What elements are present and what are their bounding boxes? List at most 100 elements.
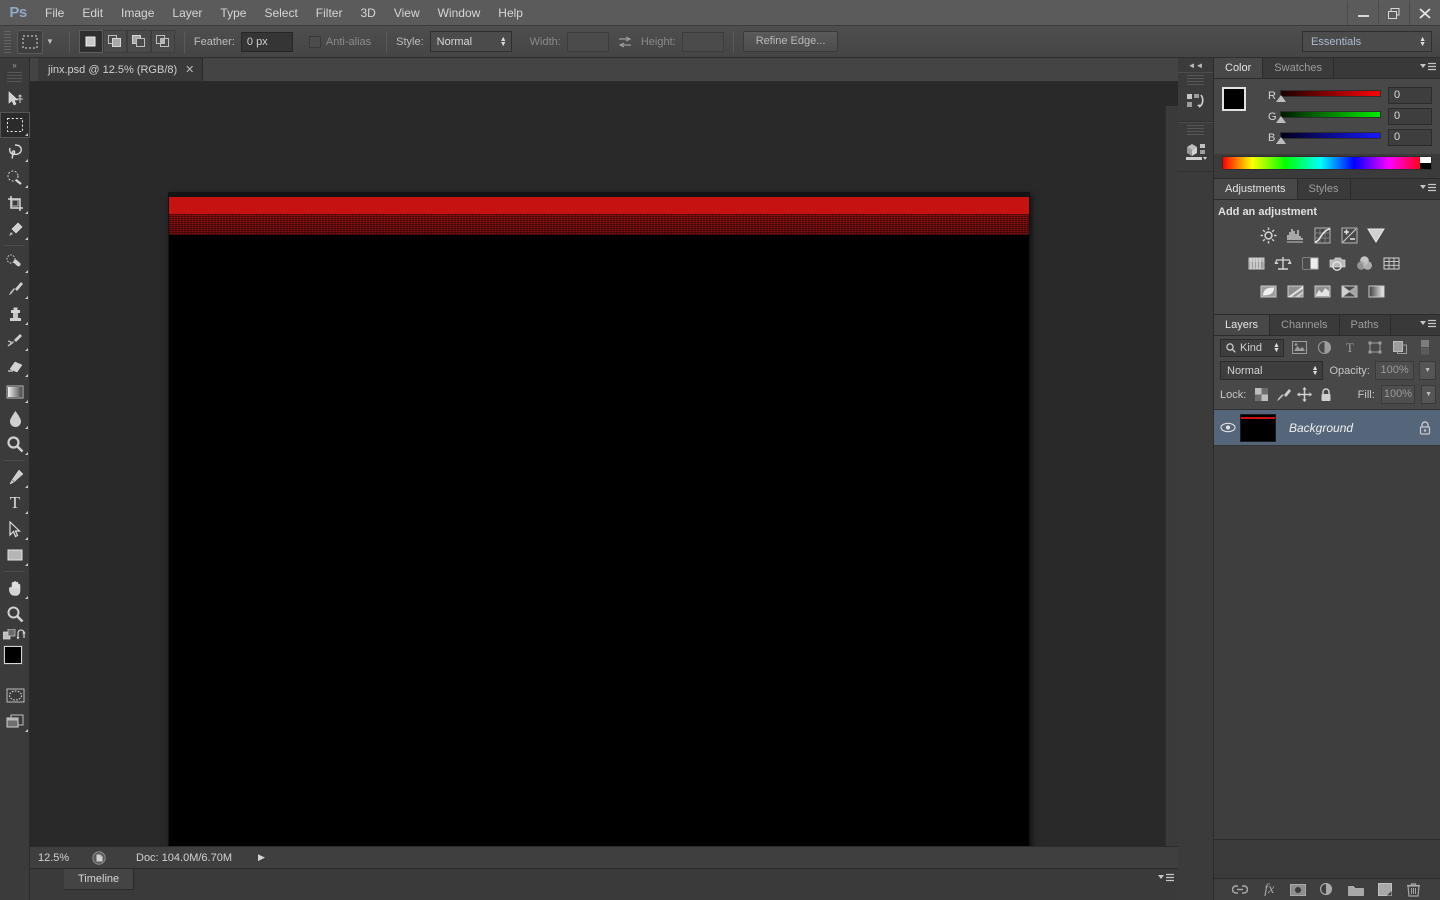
layer-thumbnail[interactable] <box>1240 414 1276 442</box>
intersect-selection-button[interactable] <box>151 30 175 53</box>
new-group-icon[interactable] <box>1346 881 1366 899</box>
history-panel-icon[interactable] <box>1178 87 1213 117</box>
add-to-selection-button[interactable] <box>103 30 127 53</box>
tab-styles[interactable]: Styles <box>1298 179 1351 199</box>
menu-help[interactable]: Help <box>489 0 532 26</box>
hue-saturation-icon[interactable] <box>1244 252 1268 274</box>
foreground-color-swatch[interactable] <box>4 646 22 664</box>
panel-grip[interactable] <box>1187 125 1204 135</box>
pen-tool[interactable] <box>0 464 30 490</box>
timeline-panel-menu-icon[interactable] <box>1157 873 1174 884</box>
menu-3d[interactable]: 3D <box>351 0 384 26</box>
blend-mode-select[interactable]: Normal ▲▼ <box>1220 361 1323 380</box>
zoom-tool[interactable] <box>0 601 30 627</box>
link-layers-icon[interactable] <box>1230 881 1250 899</box>
brush-tool[interactable] <box>0 275 30 301</box>
horizontal-type-tool[interactable]: T <box>0 490 30 516</box>
collapse-panels-icon[interactable]: ◄◄ <box>1178 58 1213 72</box>
foreground-background-colors[interactable] <box>0 644 30 678</box>
new-selection-button[interactable] <box>79 30 103 53</box>
layer-list[interactable]: Background <box>1214 409 1440 839</box>
lock-image-pixels-icon[interactable] <box>1276 386 1291 403</box>
eyedropper-tool[interactable] <box>0 216 30 242</box>
channel-value-r[interactable]: 0 <box>1388 87 1432 104</box>
filter-smart-object-icon[interactable] <box>1391 339 1410 357</box>
invert-icon[interactable] <box>1256 280 1280 302</box>
history-brush-tool[interactable] <box>0 327 30 353</box>
selective-color-icon[interactable] <box>1337 280 1361 302</box>
tab-layers[interactable]: Layers <box>1214 315 1270 335</box>
filter-shape-icon[interactable] <box>1365 339 1384 357</box>
lasso-tool[interactable] <box>0 138 30 164</box>
menu-select[interactable]: Select <box>255 0 306 26</box>
tab-timeline[interactable]: Timeline <box>64 869 134 890</box>
layer-style-fx-icon[interactable]: fx <box>1259 881 1279 899</box>
channel-mixer-icon[interactable] <box>1352 252 1376 274</box>
filter-enable-toggle[interactable] <box>1416 339 1435 357</box>
move-tool[interactable] <box>0 86 30 112</box>
color-swatches[interactable] <box>1222 87 1258 123</box>
menu-file[interactable]: File <box>36 0 73 26</box>
gradient-tool[interactable] <box>0 379 30 405</box>
layers-panel-menu-icon[interactable] <box>1419 319 1436 330</box>
posterize-icon[interactable] <box>1283 280 1307 302</box>
clone-stamp-tool[interactable] <box>0 301 30 327</box>
tab-swatches[interactable]: Swatches <box>1263 58 1334 78</box>
anti-alias-checkbox[interactable] <box>309 36 321 48</box>
menu-view[interactable]: View <box>385 0 429 26</box>
menu-edit[interactable]: Edit <box>73 0 112 26</box>
quick-mask-button[interactable] <box>0 682 30 708</box>
quick-selection-tool[interactable] <box>0 164 30 190</box>
channel-value-b[interactable]: 0 <box>1388 129 1432 146</box>
tab-adjustments[interactable]: Adjustments <box>1214 179 1298 199</box>
default-colors-icon[interactable] <box>3 629 16 642</box>
swap-dimensions-icon[interactable] <box>618 36 632 48</box>
tool-preset-chevron-down-icon[interactable]: ▼ <box>46 37 54 46</box>
workspace-select[interactable]: Essentials ▲▼ <box>1302 31 1432 52</box>
style-select[interactable]: Normal ▲▼ <box>430 31 512 52</box>
dodge-tool[interactable] <box>0 431 30 457</box>
document-tab[interactable]: jinx.psd @ 12.5% (RGB/8) ✕ <box>38 58 203 81</box>
image-canvas[interactable] <box>169 193 1029 860</box>
rectangular-marquee-icon[interactable] <box>17 30 43 54</box>
menu-window[interactable]: Window <box>429 0 490 26</box>
menu-filter[interactable]: Filter <box>307 0 352 26</box>
color-lookup-icon[interactable] <box>1379 252 1403 274</box>
path-selection-tool[interactable] <box>0 516 30 542</box>
screen-mode-button[interactable] <box>0 708 30 734</box>
menu-type[interactable]: Type <box>211 0 255 26</box>
tools-panel-grip[interactable] <box>7 72 22 83</box>
channel-slider-g[interactable] <box>1280 110 1381 124</box>
lock-position-icon[interactable] <box>1297 386 1312 403</box>
spot-healing-brush-tool[interactable] <box>0 249 30 275</box>
levels-icon[interactable] <box>1283 224 1307 246</box>
layer-row-background[interactable]: Background <box>1214 410 1440 446</box>
brightness-contrast-icon[interactable] <box>1256 224 1280 246</box>
document-proxy-icon[interactable] <box>88 851 110 865</box>
color-spectrum-ramp[interactable] <box>1222 156 1432 170</box>
adjustments-panel-menu-icon[interactable] <box>1419 183 1436 194</box>
channel-slider-b[interactable] <box>1280 131 1381 145</box>
minimize-button[interactable] <box>1347 1 1378 25</box>
foreground-color-swatch[interactable] <box>1222 87 1246 111</box>
menu-image[interactable]: Image <box>112 0 163 26</box>
layer-name[interactable]: Background <box>1276 421 1410 435</box>
close-icon[interactable]: ✕ <box>185 63 194 76</box>
vibrance-icon[interactable] <box>1364 224 1388 246</box>
lock-all-icon[interactable] <box>1318 386 1333 403</box>
color-balance-icon[interactable] <box>1271 252 1295 274</box>
black-and-white-icon[interactable] <box>1298 252 1322 274</box>
fill-chevron-down-icon[interactable]: ▼ <box>1421 385 1436 404</box>
photo-filter-icon[interactable] <box>1325 252 1349 274</box>
exposure-icon[interactable] <box>1337 224 1361 246</box>
slider-knob[interactable] <box>1276 95 1286 102</box>
slider-knob[interactable] <box>1276 116 1286 123</box>
crop-tool[interactable] <box>0 190 30 216</box>
close-button[interactable] <box>1409 1 1440 25</box>
menu-layer[interactable]: Layer <box>163 0 211 26</box>
opacity-chevron-down-icon[interactable]: ▼ <box>1419 361 1436 380</box>
black-white-ramp[interactable] <box>1420 157 1431 169</box>
feather-input[interactable]: 0 px <box>241 32 293 52</box>
expand-tools-icon[interactable]: » <box>0 58 29 72</box>
height-input[interactable] <box>682 32 724 52</box>
